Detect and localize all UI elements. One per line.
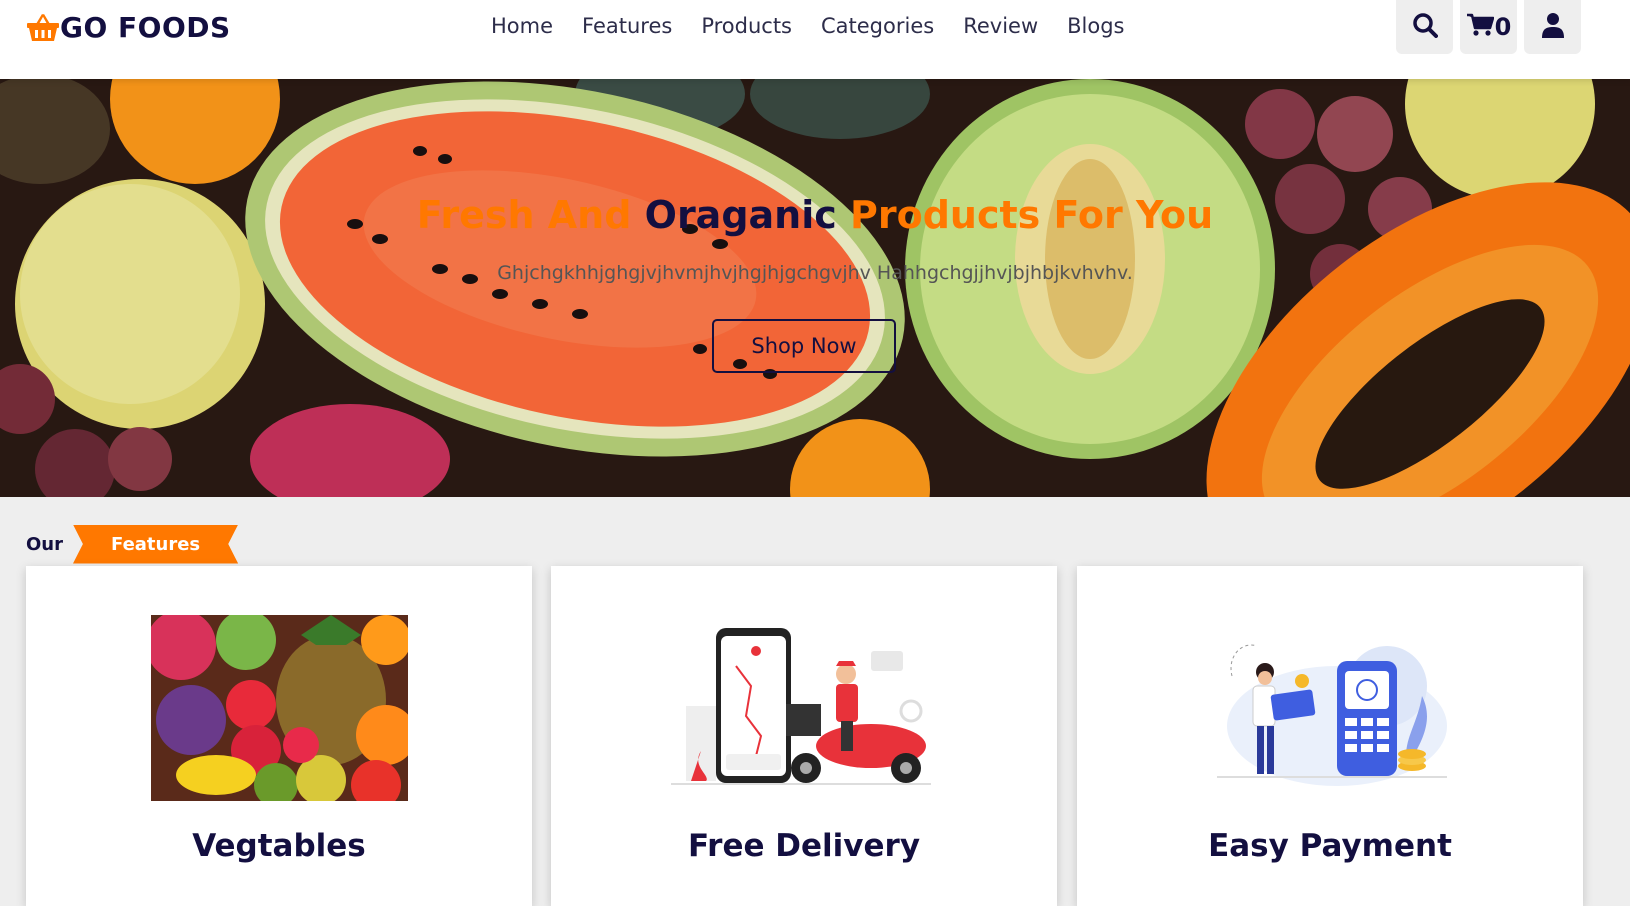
feature-card-title: Free Delivery [687,828,921,864]
feature-card-easy-payment: Easy Payment [1077,566,1583,906]
hero-title: Fresh And Oraganic Products For You [0,193,1630,237]
payment-illustration [1217,644,1447,786]
logo[interactable]: GO FOODS [26,10,231,44]
feature-card-free-delivery: Free Delivery [551,566,1057,906]
vegetables-image [151,615,408,801]
hero-banner: Fresh And Oraganic Products For You Ghjc… [0,79,1630,497]
features-heading: Our Features [26,523,239,565]
nav-review[interactable]: Review [963,14,1038,38]
fruits-background-image [0,79,1630,497]
features-heading-prefix: Our [26,533,63,555]
logo-text: GO FOODS [60,10,231,44]
cart-count: 0 [1494,13,1512,41]
hero-title-part2: Oraganic [644,193,837,237]
hero-description: Ghjchgkhhjghgjvjhvmjhvjhgjhjgchgvjhv Hah… [497,262,1133,284]
search-button[interactable] [1396,0,1453,54]
header-icons: 0 [1396,0,1581,54]
site-header: GO FOODS Home Features Products Categori… [0,0,1630,79]
nav-features[interactable]: Features [582,14,672,38]
nav-home[interactable]: Home [491,14,553,38]
shopping-basket-icon [26,12,60,42]
user-button[interactable] [1524,0,1581,54]
shop-now-button[interactable]: Shop Now [712,319,896,373]
nav-categories[interactable]: Categories [821,14,934,38]
feature-card-title: Vegtables [192,828,366,864]
cart-button[interactable]: 0 [1460,0,1517,54]
nav-blogs[interactable]: Blogs [1067,14,1124,38]
main-nav: Home Features Products Categories Review… [491,14,1154,38]
features-heading-tag: Features [73,524,239,564]
hero-title-part1: Fresh And [416,193,645,237]
delivery-illustration [671,628,931,785]
user-icon [1541,12,1564,42]
search-icon [1412,12,1438,42]
cart-icon [1466,12,1494,42]
hero-title-part3: Products For You [836,193,1214,237]
feature-card-vegetables: Vegtables [26,566,532,906]
nav-products[interactable]: Products [701,14,792,38]
feature-card-title: Easy Payment [1208,828,1452,864]
